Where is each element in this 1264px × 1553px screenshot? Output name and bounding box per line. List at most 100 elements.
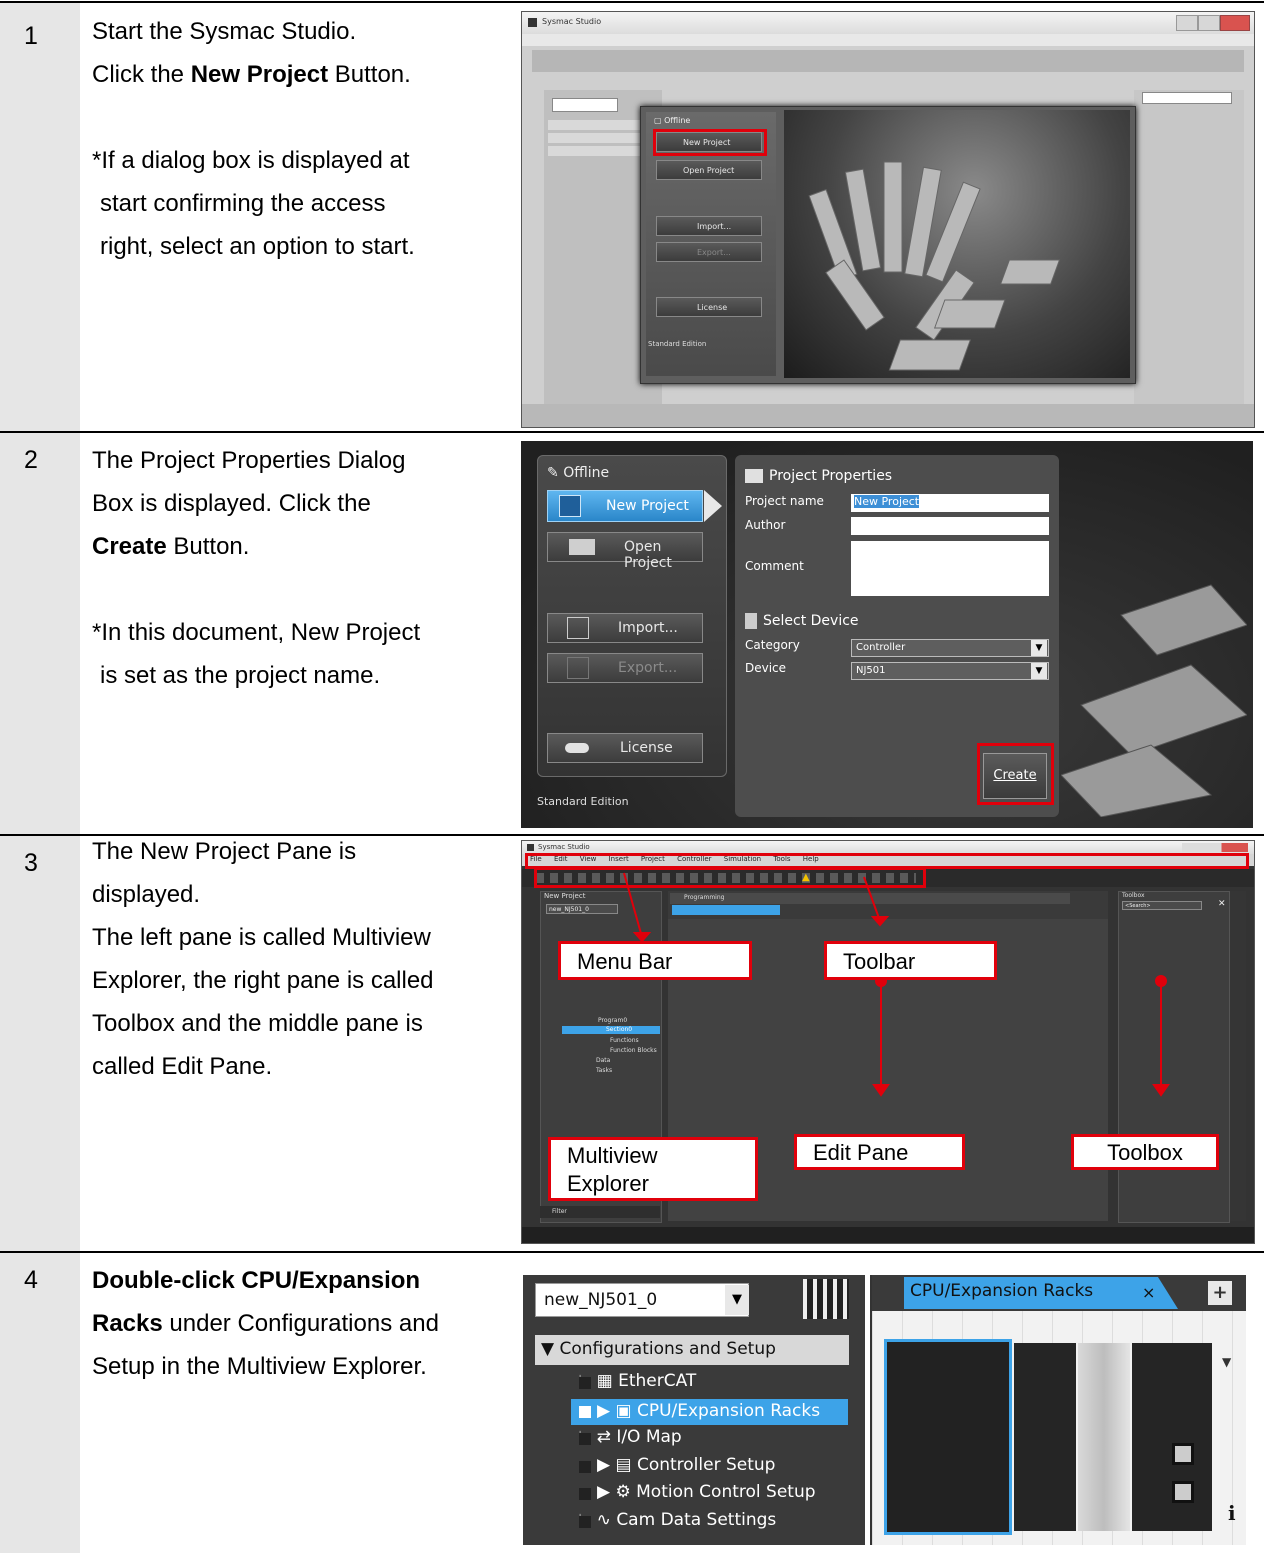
category-select[interactable]: Controller [851, 639, 1049, 657]
chevron-down-icon[interactable]: ▼ [725, 1285, 749, 1315]
row-divider [0, 431, 1264, 433]
project-name-input[interactable]: New Project [851, 494, 1049, 512]
device-select[interactable]: NJ501 [851, 662, 1049, 680]
tree-item-cam-data-settings[interactable]: ∟ ∿ Cam Data Settings [577, 1510, 776, 1530]
step-number: 2 [24, 446, 38, 474]
step-number-column [0, 3, 80, 431]
controller-setup-icon: ▤ [615, 1455, 632, 1475]
step-note: right, select an option to start. [100, 233, 415, 260]
row-marker [579, 1516, 591, 1528]
step-number: 4 [24, 1266, 38, 1294]
screenshot-start-page: Sysmac Studio ▢ Offline New Project Open… [521, 11, 1255, 428]
select-device-heading: Select Device [763, 613, 859, 629]
close-tab-icon[interactable]: × [1142, 1283, 1155, 1302]
step-number-column [0, 836, 80, 1251]
right-pane [1134, 90, 1244, 410]
project-name-label: Project name [745, 494, 824, 508]
step-number-column [0, 433, 80, 834]
background-artwork [1061, 584, 1247, 817]
highlight-new-project [653, 129, 767, 156]
tree-item-ethercat[interactable]: ∟ ▦ EtherCAT [577, 1371, 696, 1391]
author-input[interactable] [851, 517, 1049, 535]
panel-title: Project Properties [769, 468, 893, 484]
chevron-down-icon[interactable]: ▼ [1031, 663, 1047, 679]
tree-item-io-map[interactable]: ∟ ⇄ I/O Map [577, 1427, 682, 1447]
ethercat-icon: ▦ [596, 1371, 613, 1391]
import-icon [567, 617, 589, 639]
offline-label: ✎ Offline [547, 465, 610, 481]
gear-icon: ⚙ [615, 1482, 631, 1502]
new-project-label: New Project [606, 498, 689, 514]
device-combo[interactable]: new_NJ501_0 [535, 1283, 749, 1317]
scroll-down-icon[interactable]: ▼ [1222, 1355, 1231, 1369]
window-title: Sysmac Studio [542, 17, 602, 26]
step-text: The Project Properties Dialog [92, 447, 406, 474]
device-icon [745, 613, 757, 629]
step-description: The New Project Pane is displayed. The l… [92, 830, 497, 1088]
new-project-icon [559, 495, 581, 517]
export-button[interactable]: Export... [656, 242, 762, 262]
section-header[interactable]: ▼ Configurations and Setup [535, 1335, 849, 1365]
info-icon[interactable]: i [1228, 1501, 1236, 1525]
open-project-button[interactable]: Open Project [656, 160, 762, 180]
callout-edit-pane: Edit Pane [794, 1134, 965, 1170]
screenshot-rack-editor: CPU/Expansion Racks × + ▼ i [870, 1275, 1246, 1545]
splash-artwork-shapes [808, 161, 1061, 371]
step-text: The New Project Pane is [92, 838, 357, 865]
row-marker [579, 1433, 591, 1445]
folder-icon [569, 539, 595, 555]
close-button[interactable] [1220, 15, 1250, 31]
offline-icon: ✎ [547, 465, 559, 481]
step-text: Create Button. [92, 533, 250, 560]
controller-thumbnail [803, 1279, 849, 1319]
row-marker [579, 1406, 591, 1418]
step-text: Click the New Project Button. [92, 61, 411, 88]
step-text: Toolbox and the middle pane is [92, 1010, 423, 1037]
callout-multiview-explorer: Multiview Explorer [548, 1137, 758, 1201]
comment-label: Comment [745, 559, 804, 573]
step-text: Double-click CPU/Expansion [92, 1267, 421, 1294]
chevron-down-icon[interactable]: ▼ [1031, 640, 1047, 656]
author-label: Author [745, 518, 786, 532]
tree-item-cpu-expansion-racks[interactable]: ▶ ▣ CPU/Expansion Racks [571, 1399, 848, 1425]
tree-item-controller-setup[interactable]: ▶ ▤ Controller Setup [597, 1455, 775, 1475]
row-marker [579, 1461, 591, 1473]
license-button[interactable]: License [656, 297, 762, 317]
step-note: is set as the project name. [100, 662, 381, 689]
import-button[interactable]: Import... [656, 216, 762, 236]
ethernet-port-icon [1172, 1481, 1194, 1503]
row-marker [579, 1488, 591, 1500]
minimize-button[interactable] [1176, 15, 1198, 31]
ethernet-port-icon [1172, 1443, 1194, 1465]
tree-item-motion-control-setup[interactable]: ▶ ⚙ Motion Control Setup [597, 1482, 816, 1502]
cpu-unit-selected[interactable] [884, 1339, 1012, 1535]
step-number: 3 [24, 849, 38, 877]
add-tab-button[interactable]: + [1208, 1281, 1232, 1305]
offline-label: ▢ Offline [654, 116, 691, 125]
edition-label: Standard Edition [648, 340, 707, 348]
tab-cpu-expansion-racks[interactable]: CPU/Expansion Racks [904, 1277, 1158, 1309]
step-text: The left pane is called Multiview [92, 924, 431, 951]
step-description: Start the Sysmac Studio. Click the New P… [92, 10, 507, 268]
tab-arrow [1158, 1277, 1178, 1309]
comment-input[interactable] [851, 541, 1049, 596]
io-map-icon: ⇄ [596, 1427, 611, 1447]
step-note: *In this document, New Project [92, 619, 421, 646]
row-divider [0, 1251, 1264, 1253]
highlight-create [977, 743, 1054, 805]
screenshot-multiview-explorer: new_NJ501_0 ▼ ▼ Configurations and Setup… [523, 1275, 865, 1545]
step-description: The Project Properties Dialog Box is dis… [92, 439, 507, 697]
category-label: Category [745, 638, 800, 652]
screenshot-project-properties: ✎ Offline New Project Open Project Impor… [521, 441, 1253, 828]
callout-menu-bar: Menu Bar [558, 941, 752, 980]
step-text: displayed. [92, 881, 201, 908]
step-number-column [0, 1253, 80, 1553]
expansion-unit [1078, 1343, 1130, 1531]
step-note: *If a dialog box is displayed at [92, 147, 410, 174]
edition-label: Standard Edition [537, 795, 629, 808]
key-icon [565, 743, 589, 753]
selected-arrow-icon [704, 490, 722, 522]
step-text: Setup in the Multiview Explorer. [92, 1353, 427, 1380]
rack-icon: ▣ [615, 1401, 632, 1421]
maximize-button[interactable] [1198, 15, 1220, 31]
